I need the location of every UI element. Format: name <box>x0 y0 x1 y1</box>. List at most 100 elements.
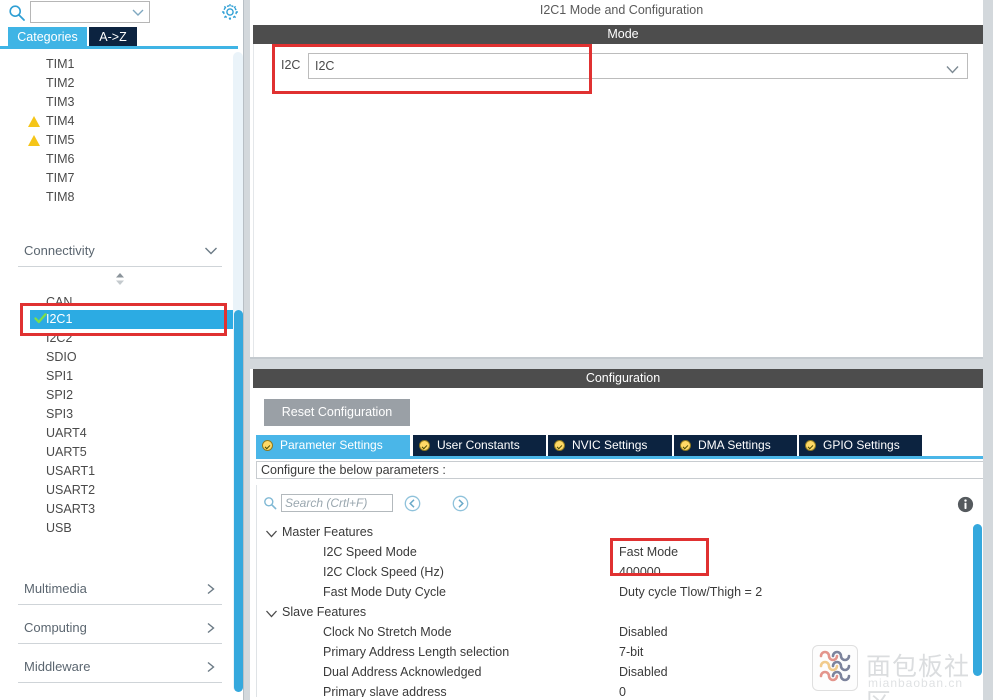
sort-toggle-icon[interactable] <box>112 272 128 286</box>
ip-item-tim2[interactable]: TIM2 <box>0 74 228 93</box>
param-row-fast-mode-duty-cycle[interactable]: Fast Mode Duty Cycle Duty cycle Tlow/Thi… <box>257 583 992 603</box>
ip-item-i2c2[interactable]: I2C2 <box>0 329 228 348</box>
ip-item-spi3[interactable]: SPI3 <box>0 405 228 424</box>
warning-icon <box>28 135 40 146</box>
ip-item-tim7[interactable]: TIM7 <box>0 169 228 188</box>
chevron-down-icon <box>265 608 278 618</box>
ip-item-uart5[interactable]: UART5 <box>0 443 228 462</box>
param-value[interactable]: Fast Mode <box>619 545 678 559</box>
param-name: Clock No Stretch Mode <box>323 625 452 639</box>
tab-label: NVIC Settings <box>572 438 648 452</box>
tab-label: User Constants <box>437 438 520 452</box>
ip-item-usart3[interactable]: USART3 <box>0 500 228 519</box>
reset-configuration-button[interactable]: Reset Configuration <box>264 399 410 426</box>
check-icon <box>34 312 47 325</box>
tab-categories[interactable]: Categories <box>8 27 87 47</box>
ip-item-tim8[interactable]: TIM8 <box>0 188 228 207</box>
ip-item-tim3[interactable]: TIM3 <box>0 93 228 112</box>
status-dot-icon <box>680 440 691 451</box>
ip-item-uart4[interactable]: UART4 <box>0 424 228 443</box>
tab-label: Parameter Settings <box>280 438 383 452</box>
mode-field-label: I2C <box>281 58 301 72</box>
watermark: 面包板社区 mianbaoban.cn <box>812 645 988 700</box>
ip-item-spi1[interactable]: SPI1 <box>0 367 228 386</box>
param-row-i2c-speed-mode[interactable]: I2C Speed Mode Fast Mode <box>257 543 992 563</box>
param-group-label: Slave Features <box>282 605 367 619</box>
ip-search-row <box>0 0 250 30</box>
status-dot-icon <box>554 440 565 451</box>
param-group-label: Master Features <box>282 525 374 539</box>
ip-search-combo[interactable] <box>30 1 150 23</box>
mode-section-header: Mode <box>253 25 993 44</box>
param-value[interactable]: Duty cycle Tlow/Thigh = 2 <box>619 585 762 599</box>
tab-label: GPIO Settings <box>823 438 900 452</box>
param-name: Dual Address Acknowledged <box>323 665 482 679</box>
parameter-search-input[interactable] <box>281 494 393 512</box>
watermark-text-cn: 面包板社区 <box>866 652 971 700</box>
status-dot-icon <box>419 440 430 451</box>
previous-match-icon[interactable] <box>404 495 421 512</box>
ip-item-i2c1[interactable]: I2C1 <box>30 310 240 329</box>
search-icon <box>263 496 277 510</box>
param-name: Primary Address Length selection <box>323 645 510 659</box>
group-label: Multimedia <box>24 581 87 596</box>
group-header-multimedia[interactable]: Multimedia <box>18 575 222 605</box>
param-row-clock-no-stretch-mode[interactable]: Clock No Stretch Mode Disabled <box>257 623 992 643</box>
group-label: Middleware <box>24 659 91 674</box>
tab-a-to-z[interactable]: A->Z <box>89 27 137 47</box>
group-header-computing[interactable]: Computing <box>18 614 222 644</box>
application-window: Categories A->Z TIM1 TIM2 TIM3 TIM4 TIM5… <box>0 0 993 700</box>
tab-gpio-settings[interactable]: GPIO Settings <box>799 435 922 456</box>
param-group-slave-features[interactable]: Slave Features <box>257 603 992 623</box>
warning-icon <box>28 116 40 127</box>
configuration-tabs-underline <box>256 456 993 459</box>
info-icon[interactable] <box>957 496 974 513</box>
next-match-icon[interactable] <box>452 495 469 512</box>
group-label: Connectivity <box>24 243 95 258</box>
ip-item-tim6[interactable]: TIM6 <box>0 150 228 169</box>
group-header-connectivity[interactable]: Connectivity <box>18 237 222 267</box>
param-value[interactable]: 400000 <box>619 565 661 579</box>
param-row-i2c-clock-speed[interactable]: I2C Clock Speed (Hz) 400000 <box>257 563 992 583</box>
param-value[interactable]: 7-bit <box>619 645 643 659</box>
ip-item-label: TIM5 <box>46 133 75 147</box>
watermark-logo-icon <box>812 645 858 691</box>
chevron-down-icon <box>132 7 144 17</box>
ip-item-usart2[interactable]: USART2 <box>0 481 228 500</box>
i2c-mode-dropdown[interactable]: I2C <box>308 53 968 79</box>
ip-item-usb[interactable]: USB <box>0 519 228 538</box>
main-panel-scrollbar[interactable] <box>983 0 993 700</box>
tab-user-constants[interactable]: User Constants <box>413 435 546 456</box>
tab-nvic-settings[interactable]: NVIC Settings <box>548 435 672 456</box>
tab-dma-settings[interactable]: DMA Settings <box>674 435 797 456</box>
ip-tree-tabs: Categories A->Z <box>0 27 250 47</box>
ip-item-sdio[interactable]: SDIO <box>0 348 228 367</box>
chevron-right-icon <box>204 622 218 634</box>
chevron-right-icon <box>204 661 218 673</box>
page-title: I2C1 Mode and Configuration <box>250 0 993 21</box>
param-value[interactable]: Disabled <box>619 665 668 679</box>
param-value[interactable]: 0 <box>619 685 626 697</box>
ip-item-label: TIM4 <box>46 114 75 128</box>
param-group-master-features[interactable]: Master Features <box>257 523 992 543</box>
gear-icon[interactable] <box>220 2 240 22</box>
ip-item-tim5[interactable]: TIM5 <box>0 131 228 150</box>
tab-parameter-settings[interactable]: Parameter Settings <box>256 435 410 456</box>
ip-item-tim1[interactable]: TIM1 <box>0 55 228 74</box>
i2c-mode-dropdown-value: I2C <box>315 59 335 73</box>
param-name: Primary slave address <box>323 685 447 697</box>
ip-item-tim4[interactable]: TIM4 <box>0 112 228 131</box>
ip-item-usart1[interactable]: USART1 <box>0 462 228 481</box>
ip-list-scrollbar-thumb[interactable] <box>234 310 243 692</box>
configuration-tabs: Parameter Settings User Constants NVIC S… <box>256 435 993 456</box>
chevron-down-icon <box>946 63 959 74</box>
chevron-down-icon <box>265 528 278 538</box>
tab-label: DMA Settings <box>698 438 771 452</box>
ip-item-label: I2C1 <box>46 312 73 326</box>
param-value[interactable]: Disabled <box>619 625 668 639</box>
ip-item-spi2[interactable]: SPI2 <box>0 386 228 405</box>
configuration-section-header: Configuration <box>253 369 993 388</box>
chevron-down-icon <box>204 245 218 257</box>
chevron-right-icon <box>204 583 218 595</box>
group-header-middleware[interactable]: Middleware <box>18 653 222 683</box>
